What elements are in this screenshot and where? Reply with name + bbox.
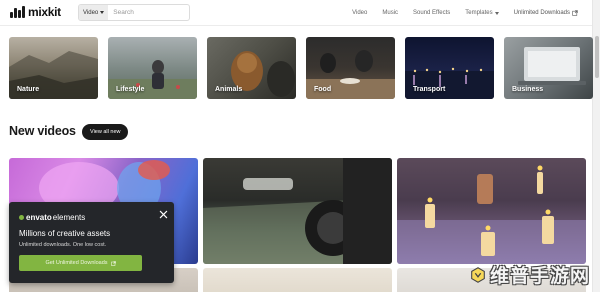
envato-promo-popup: envato elements Millions of creative asse… xyxy=(9,202,174,283)
category-label: Lifestyle xyxy=(116,86,145,93)
watermark-logo-icon xyxy=(471,266,485,283)
nav-video[interactable]: Video xyxy=(352,10,367,16)
category-card-food[interactable]: Food xyxy=(306,37,395,99)
category-row: Nature Lifestyle Animals Food Transport … xyxy=(9,37,593,99)
external-link-icon xyxy=(110,260,116,266)
category-label: Transport xyxy=(413,86,446,93)
brand-bold-text: envato xyxy=(26,213,52,222)
category-card-lifestyle[interactable]: Lifestyle xyxy=(108,37,197,99)
category-card-animals[interactable]: Animals xyxy=(207,37,296,99)
nav-sound-effects[interactable]: Sound Effects xyxy=(413,10,450,16)
top-header: mixkit Video Video Music Sound Effects T… xyxy=(0,0,592,26)
nav-music-label: Music xyxy=(382,10,399,16)
nav-templates[interactable]: Templates xyxy=(465,10,499,16)
popup-subtitle: Unlimited downloads. One low cost. xyxy=(19,242,107,248)
video-card[interactable] xyxy=(397,158,586,264)
site-watermark: 维普手游网 xyxy=(469,261,590,288)
search-input[interactable] xyxy=(108,9,189,16)
popup-title: Millions of creative assets xyxy=(19,229,111,238)
envato-leaf-icon xyxy=(19,215,24,220)
nav-templates-label: Templates xyxy=(465,10,493,16)
close-icon[interactable] xyxy=(159,210,168,219)
chevron-down-icon xyxy=(494,11,499,15)
video-thumbnail xyxy=(397,165,586,264)
cta-label: Get Unlimited Downloads xyxy=(45,260,108,266)
envato-elements-logo: envato elements xyxy=(19,213,85,222)
logo[interactable]: mixkit xyxy=(10,5,61,19)
video-thumbnail xyxy=(203,158,392,264)
brand-light-text: elements xyxy=(52,213,86,222)
logo-text: mixkit xyxy=(28,5,61,19)
watermark-text: 维普手游网 xyxy=(489,265,590,287)
category-label: Food xyxy=(314,86,332,93)
nav-unlimited-downloads-label: Unlimited Downloads xyxy=(513,10,570,16)
view-all-new-button[interactable]: View all new xyxy=(82,124,129,140)
chevron-down-icon xyxy=(100,11,105,14)
search-type-dropdown[interactable]: Video xyxy=(79,5,109,20)
video-card[interactable] xyxy=(203,268,392,292)
category-label: Business xyxy=(512,86,544,93)
external-link-icon xyxy=(572,10,578,16)
page: mixkit Video Video Music Sound Effects T… xyxy=(0,0,600,292)
section-title-new-videos: New videos xyxy=(9,124,76,138)
page-scrollbar[interactable] xyxy=(592,0,600,292)
category-label: Animals xyxy=(215,86,243,93)
search-bar: Video xyxy=(78,4,190,21)
get-unlimited-downloads-button[interactable]: Get Unlimited Downloads xyxy=(19,255,142,271)
nav-unlimited-downloads[interactable]: Unlimited Downloads xyxy=(514,10,578,16)
nav-video-label: Video xyxy=(352,10,368,16)
scrollbar-thumb[interactable] xyxy=(595,36,599,78)
category-card-business[interactable]: Business xyxy=(504,37,593,99)
nav-sound-effects-label: Sound Effects xyxy=(413,10,451,16)
video-card[interactable] xyxy=(203,158,392,264)
category-card-transport[interactable]: Transport xyxy=(405,37,494,99)
category-card-nature[interactable]: Nature xyxy=(9,37,98,99)
category-label: Nature xyxy=(17,86,40,93)
search-type-label: Video xyxy=(83,9,99,16)
logo-mark-icon xyxy=(10,6,25,18)
nav-music[interactable]: Music xyxy=(382,10,398,16)
main-nav: Video Music Sound Effects Templates Unli… xyxy=(352,0,578,26)
